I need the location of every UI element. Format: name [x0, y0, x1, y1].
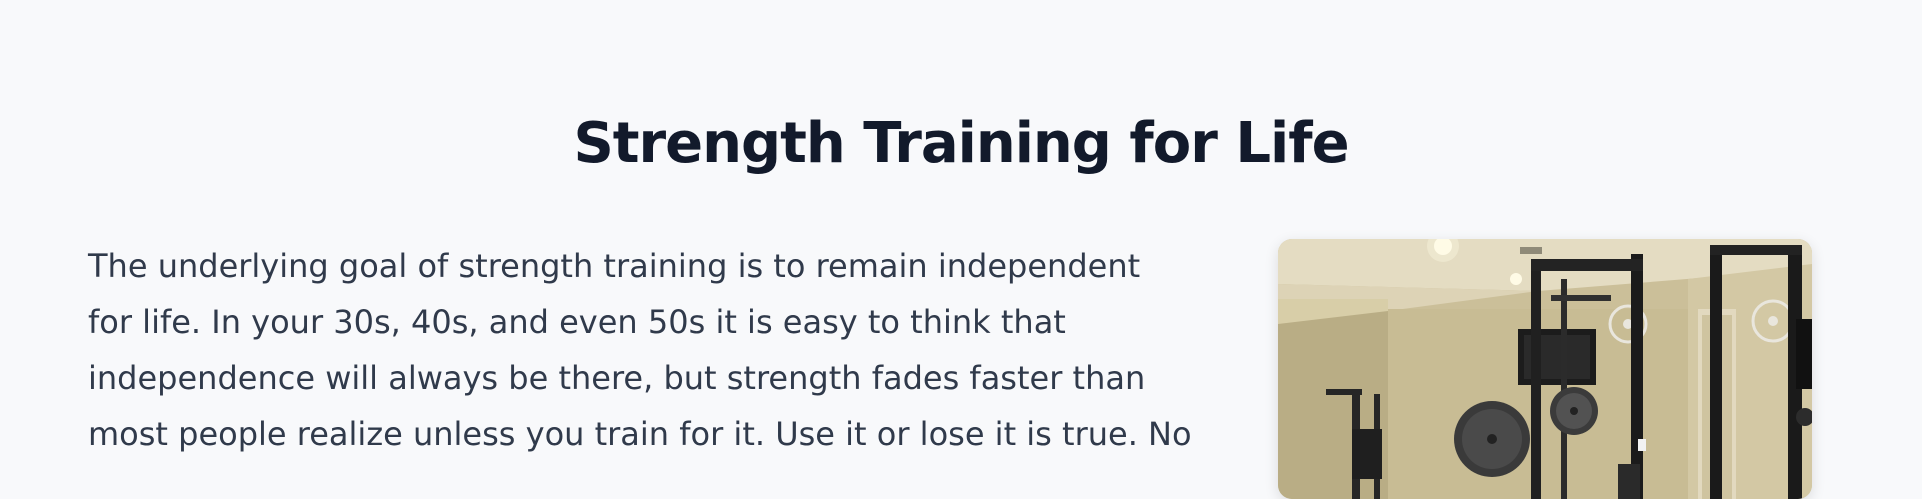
body-line: independence will always be there, but s… — [88, 359, 1146, 397]
strength-training-section: Strength Training for Life The underlyin… — [0, 0, 1922, 499]
body-line: for life. In your 30s, 40s, and even 50s… — [88, 303, 1066, 341]
section-body-text: The underlying goal of strength training… — [88, 238, 1228, 462]
home-gym-photo — [1278, 239, 1812, 499]
body-line: The underlying goal of strength training… — [88, 247, 1141, 285]
section-title: Strength Training for Life — [573, 111, 1349, 176]
body-line: most people realize unless you train for… — [88, 415, 1192, 453]
